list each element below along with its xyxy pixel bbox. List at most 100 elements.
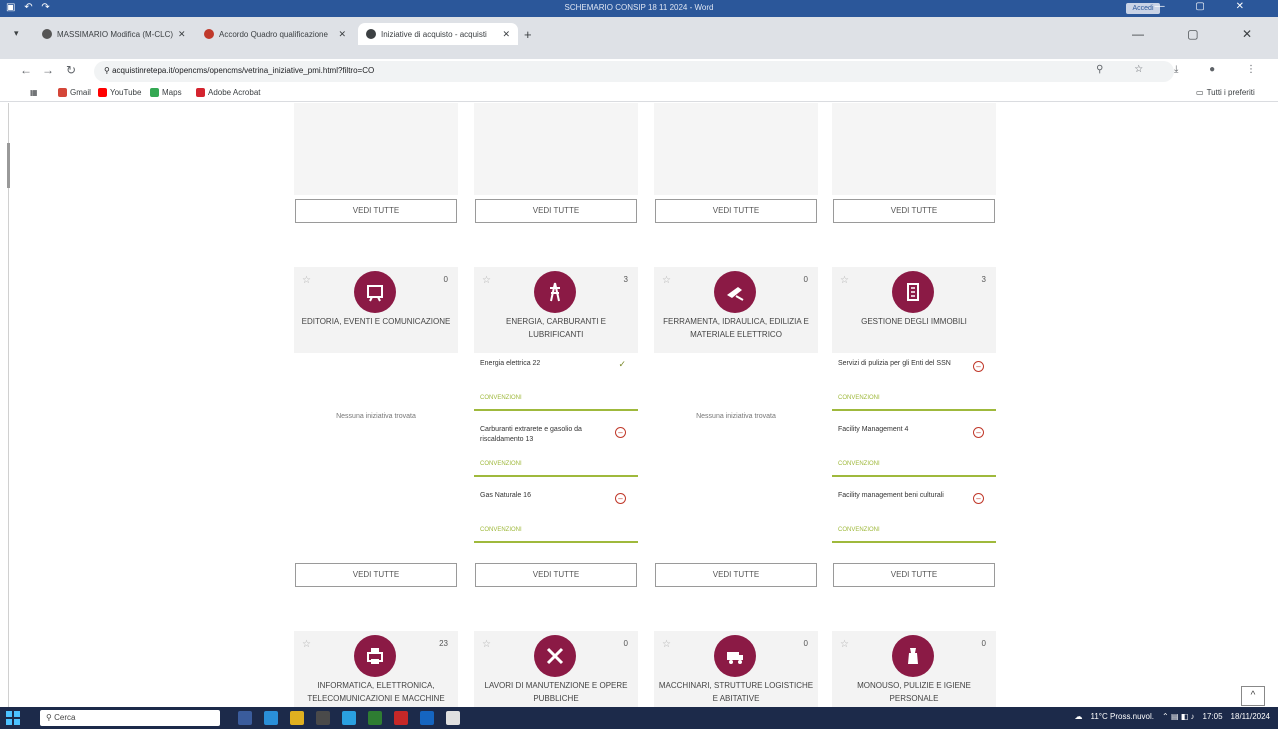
favorite-star-icon[interactable]: ☆ [840,275,849,286]
category-count: 0 [803,639,808,648]
clock-time[interactable]: 17:05 [1203,712,1223,721]
browser-tab-strip: ▾ MASSIMARIO Modifica (M-CLC) ✕ Accordo … [0,17,1278,59]
truck-icon [714,635,756,677]
favorite-star-icon[interactable]: ☆ [662,275,671,286]
favorite-star-icon[interactable]: ☆ [302,275,311,286]
address-bar[interactable]: ⚲ acquistinretepa.it/opencms/opencms/vet… [94,61,1174,82]
weather-icon[interactable]: ☁ [1074,712,1082,721]
bookmark-gmail[interactable]: Gmail [58,88,91,97]
building-icon [892,271,934,313]
word-title-bar: ▣ ↶ ↷ SCHEMARIO CONSIP 18 11 2024 - Word… [0,0,1278,17]
status-circle-icon: – [973,427,984,438]
category-card-macchinari[interactable]: ☆ 0 MACCHINARI, STRUTTURE LOGISTICHE E A… [654,631,818,707]
word-window-controls[interactable]: — ▢ ✕ [1155,1,1258,12]
scrollbar-thumb[interactable] [7,143,10,188]
category-card-gestione[interactable]: ☆ 3 GESTIONE DEGLI IMMOBILI [832,267,996,353]
folder-icon: ▭ [1196,88,1204,97]
favorite-star-icon[interactable]: ☆ [482,639,491,650]
category-card-ferramenta[interactable]: ☆ 0 FERRAMENTA, IDRAULICA, EDILIZIA E MA… [654,267,818,353]
site-info-icon[interactable]: ⚲ [104,66,112,75]
new-tab-button[interactable]: + [524,27,532,42]
initiative-item[interactable]: Gas Naturale 16 CONVENZIONI – [474,485,638,543]
favorite-star-icon[interactable]: ☆ [662,639,671,650]
category-card-informatica[interactable]: ☆ 23 INFORMATICA, ELETTRONICA, TELECOMUN… [294,631,458,707]
bookmark-icon [204,29,214,39]
initiative-item[interactable]: Energia elettrica 22 CONVENZIONI ✓ [474,353,638,411]
acrobat-icon[interactable] [394,711,408,725]
browser-window-controls[interactable]: — ▢ ✕ [1132,27,1272,41]
app-icon[interactable] [446,711,460,725]
windows-start-icon[interactable] [6,711,20,725]
page-scrollbar[interactable] [8,103,9,707]
tab-search-icon[interactable]: ▾ [14,28,19,39]
tab-massimario[interactable]: MASSIMARIO Modifica (M-CLC) ✕ [34,23,192,45]
app-icon[interactable] [316,711,330,725]
reload-icon[interactable]: ↻ [66,63,76,77]
store-icon[interactable] [342,711,356,725]
cloud-icon [42,29,52,39]
initiative-item[interactable]: Servizi di pulizia per gli Enti del SSN … [832,353,996,411]
close-icon[interactable]: ✕ [502,29,510,40]
card-body-editoria: Nessuna iniziativa trovata [294,353,458,553]
bookmark-maps[interactable]: Maps [150,88,182,97]
status-circle-icon: – [615,493,626,504]
category-title: LAVORI DI MANUTENZIONE E OPERE PUBBLICHE [484,681,628,703]
category-card-monouso[interactable]: ☆ 0 MONOUSO, PULIZIE E IGIENE PERSONALE [832,631,996,707]
favorite-star-icon[interactable]: ☆ [840,639,849,650]
pylon-icon [534,271,576,313]
initiative-item[interactable]: Carburanti extrarete e gasolio da riscal… [474,419,638,477]
vedi-tutte-button[interactable]: VEDI TUTTE [475,199,637,223]
initiative-item[interactable]: Facility management beni culturali CONVE… [832,485,996,543]
bookmark-acrobat[interactable]: Adobe Acrobat [196,88,260,97]
task-view-icon[interactable] [238,711,252,725]
category-title: MONOUSO, PULIZIE E IGIENE PERSONALE [857,681,971,703]
vedi-tutte-button[interactable]: VEDI TUTTE [833,199,995,223]
close-icon[interactable]: ✕ [178,29,186,40]
scroll-to-top-button[interactable]: ^ [1241,686,1265,706]
category-card-lavori[interactable]: ☆ 0 LAVORI DI MANUTENZIONE E OPERE PUBBL… [474,631,638,707]
word-icon[interactable] [420,711,434,725]
card-body-empty [294,103,458,195]
category-count: 0 [443,275,448,284]
app-icon[interactable] [368,711,382,725]
initiative-item[interactable]: Facility Management 4 CONVENZIONI – [832,419,996,477]
apps-icon[interactable]: ▦ [30,88,38,97]
category-card-editoria[interactable]: ☆ 0 EDITORIA, EVENTI E COMUNICAZIONE [294,267,458,353]
status-circle-icon: – [973,361,984,372]
vedi-tutte-button[interactable]: VEDI TUTTE [295,563,457,587]
toolbar-actions[interactable]: ⚲ ☆ ⤓ ● ⋮ [1096,64,1270,75]
page-content: VEDI TUTTE VEDI TUTTE VEDI TUTTE VEDI TU… [0,103,1278,707]
printer-icon [354,635,396,677]
close-icon[interactable]: ✕ [338,29,346,40]
category-title: INFORMATICA, ELETTRONICA, TELECOMUNICAZI… [307,681,445,703]
forward-icon[interactable]: → [42,63,54,77]
favorite-star-icon[interactable]: ☆ [302,639,311,650]
maps-icon [150,88,159,97]
tray-icons[interactable]: ⌃ ▤ ◧ ♪ [1162,712,1195,721]
all-bookmarks[interactable]: ▭ Tutti i preferiti [1196,88,1255,97]
file-explorer-icon[interactable] [290,711,304,725]
card-body-ferramenta: Nessuna iniziativa trovata [654,353,818,553]
back-icon[interactable]: ← [20,63,32,77]
vedi-tutte-button[interactable]: VEDI TUTTE [655,199,817,223]
vedi-tutte-button[interactable]: VEDI TUTTE [833,563,995,587]
vedi-tutte-button[interactable]: VEDI TUTTE [475,563,637,587]
book-icon [354,271,396,313]
edge-icon[interactable] [264,711,278,725]
gmail-icon [58,88,67,97]
vedi-tutte-button[interactable]: VEDI TUTTE [655,563,817,587]
address-url: acquistinretepa.it/opencms/opencms/vetri… [112,66,375,75]
acrobat-icon [196,88,205,97]
tab-accordo[interactable]: Accordo Quadro qualificazione ✕ [196,23,354,45]
category-card-energia[interactable]: ☆ 3 ENERGIA, CARBURANTI E LUBRIFICANTI [474,267,638,353]
category-title: ENERGIA, CARBURANTI E LUBRIFICANTI [505,317,606,339]
taskbar-search[interactable]: ⚲ Cerca [40,710,220,726]
favorite-star-icon[interactable]: ☆ [482,275,491,286]
tab-iniziative[interactable]: Iniziative di acquisto - acquisti ✕ [358,23,518,45]
vedi-tutte-button[interactable]: VEDI TUTTE [295,199,457,223]
category-count: 0 [803,275,808,284]
clock-date[interactable]: 18/11/2024 [1231,712,1270,721]
category-count: 3 [981,275,986,284]
no-results-text: Nessuna iniziativa trovata [336,413,416,420]
bookmark-youtube[interactable]: YouTube [98,88,141,97]
